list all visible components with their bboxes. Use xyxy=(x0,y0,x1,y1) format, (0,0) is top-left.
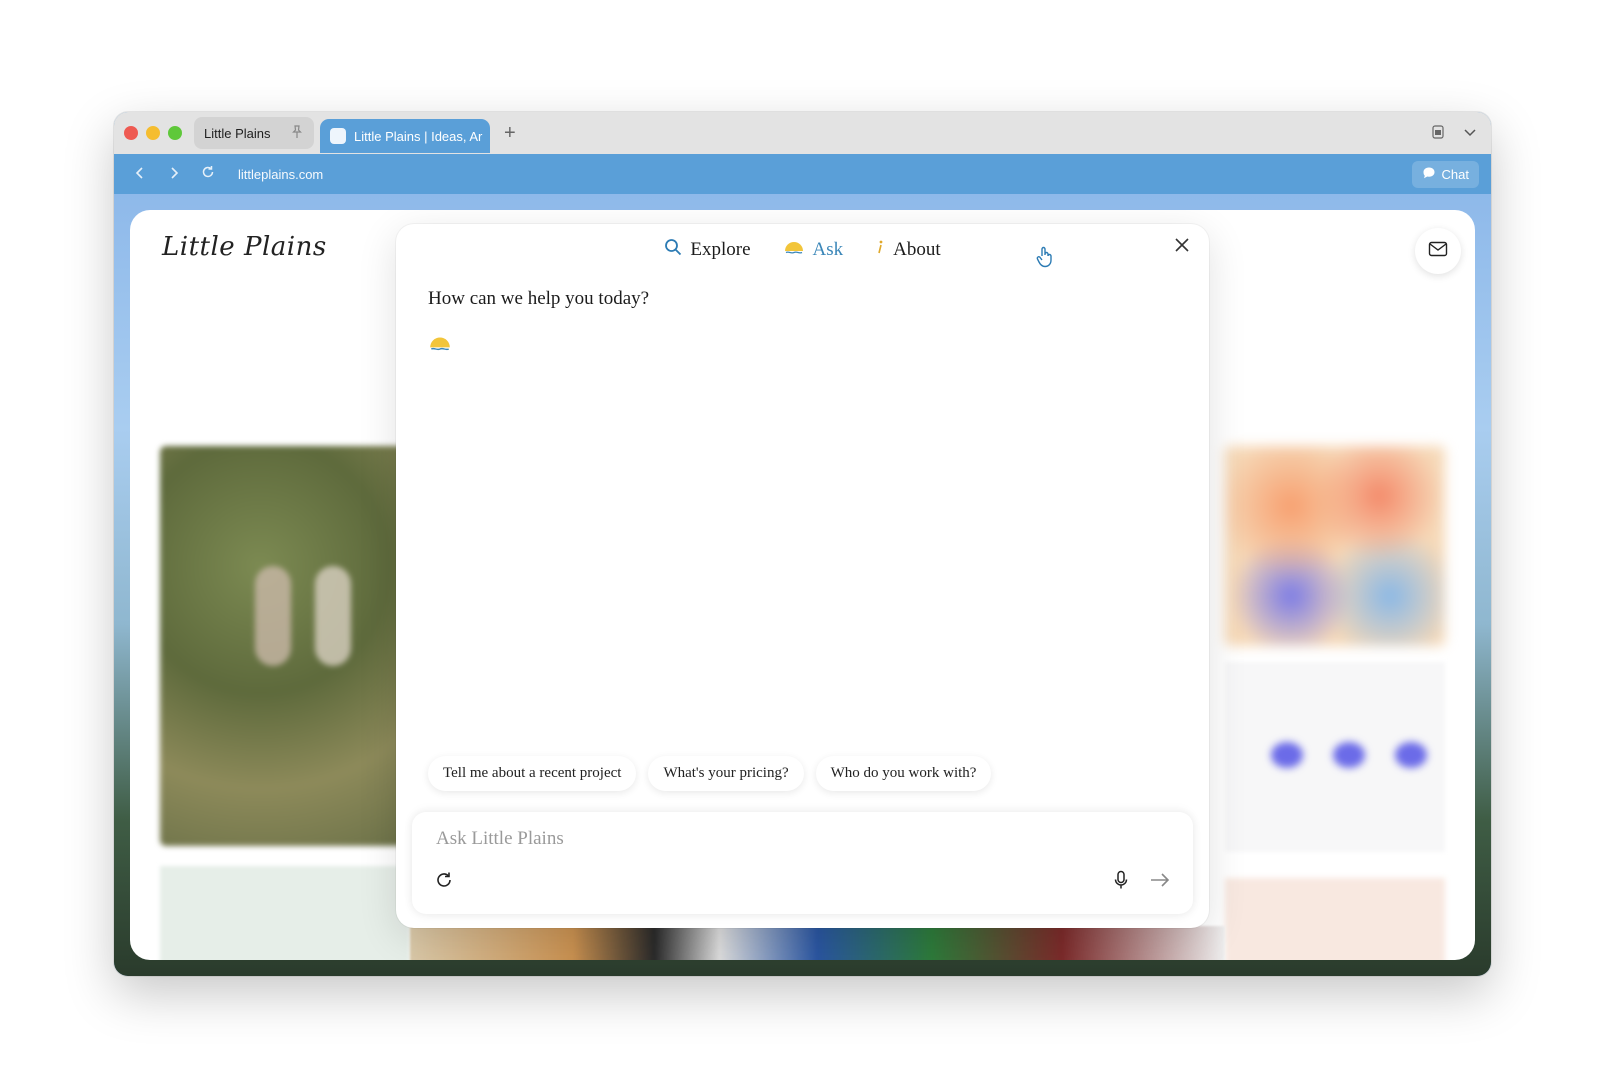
chat-label: Chat xyxy=(1441,166,1469,182)
tab-about[interactable]: About xyxy=(875,238,941,262)
send-arrow-icon[interactable] xyxy=(1149,870,1171,895)
background-strip xyxy=(410,926,1225,960)
sun-icon xyxy=(783,239,805,261)
sun-icon xyxy=(428,337,452,356)
contact-button[interactable] xyxy=(1415,228,1461,274)
tab-label: Little Plains | Ideas, Ar xyxy=(354,128,483,144)
background-card xyxy=(1225,878,1445,960)
background-card xyxy=(160,866,410,960)
url-field[interactable]: littleplains.com xyxy=(238,167,323,182)
tab-bar: Little Plains Little Plains | Ideas, Ar … xyxy=(114,112,1491,154)
background-avatar xyxy=(1333,742,1365,768)
tab-explore-label: Explore xyxy=(690,239,751,260)
tab-little-plains-ideas[interactable]: Little Plains | Ideas, Ar xyxy=(320,119,490,153)
dialog-nav: Explore Ask About xyxy=(396,238,1209,262)
background-photo xyxy=(160,446,410,846)
tab-ask[interactable]: Ask xyxy=(783,238,844,262)
site-logo[interactable]: Little Plains xyxy=(162,232,327,262)
background-avatar xyxy=(1395,742,1427,768)
suggestion-who-we-work-with[interactable]: Who do you work with? xyxy=(815,756,992,791)
hand-cursor-icon xyxy=(1036,246,1054,273)
microphone-icon[interactable] xyxy=(1113,870,1129,895)
close-window-button[interactable] xyxy=(124,126,138,140)
chevron-down-icon[interactable] xyxy=(1463,125,1477,142)
tab-little-plains[interactable]: Little Plains xyxy=(194,117,314,149)
tab-explore[interactable]: Explore xyxy=(664,238,751,262)
dialog-greeting: How can we help you today? xyxy=(428,288,650,309)
maximize-window-button[interactable] xyxy=(168,126,182,140)
address-bar: littleplains.com Chat xyxy=(114,154,1491,194)
tab-about-label: About xyxy=(893,239,941,260)
forward-icon[interactable] xyxy=(166,166,182,183)
close-icon xyxy=(1175,238,1189,252)
chat-bubble-icon xyxy=(1422,166,1436,183)
window-controls xyxy=(124,126,182,140)
new-tab-button[interactable]: + xyxy=(504,123,516,143)
pin-icon[interactable] xyxy=(290,124,304,142)
suggestion-chips: Tell me about a recent project What's yo… xyxy=(428,756,992,791)
ask-input[interactable] xyxy=(436,824,1036,854)
site-page: Little Plains Explore Ask About How can … xyxy=(130,210,1475,960)
background-image xyxy=(1225,446,1445,646)
reload-icon[interactable] xyxy=(200,165,216,183)
browser-window: Little Plains Little Plains | Ideas, Ar … xyxy=(114,112,1491,976)
refresh-icon[interactable] xyxy=(434,870,454,895)
background-avatar xyxy=(1271,742,1303,768)
mail-icon xyxy=(1428,241,1448,262)
close-dialog-button[interactable] xyxy=(1175,236,1189,257)
tab-label: Little Plains xyxy=(204,125,271,141)
info-icon xyxy=(875,239,885,261)
minimize-window-button[interactable] xyxy=(146,126,160,140)
ask-dialog: Explore Ask About How can we help you to… xyxy=(396,224,1209,928)
message-composer xyxy=(412,812,1193,914)
tab-ask-label: Ask xyxy=(812,239,844,260)
suggestion-recent-project[interactable]: Tell me about a recent project xyxy=(428,756,637,791)
sidebar-toggle-icon[interactable] xyxy=(1431,124,1445,142)
favicon-icon xyxy=(330,128,346,144)
typing-indicator xyxy=(428,334,452,357)
suggestion-pricing[interactable]: What's your pricing? xyxy=(648,756,804,791)
back-icon[interactable] xyxy=(132,166,148,183)
chat-button[interactable]: Chat xyxy=(1411,160,1479,188)
search-icon xyxy=(664,238,682,262)
